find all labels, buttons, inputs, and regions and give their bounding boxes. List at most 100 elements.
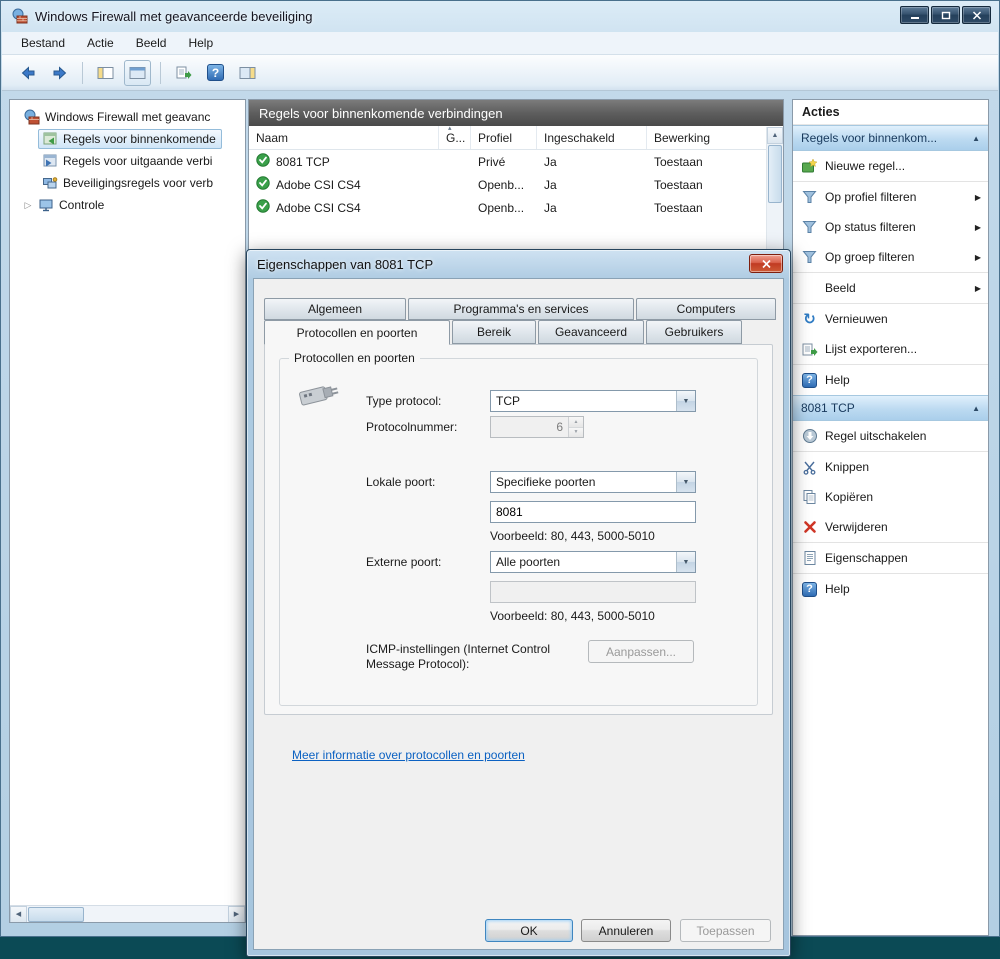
dialog-title: Eigenschappen van 8081 TCP bbox=[257, 256, 434, 272]
properties-icon bbox=[801, 550, 818, 566]
maximize-icon bbox=[941, 11, 950, 19]
toolbar-back-button[interactable] bbox=[14, 60, 41, 86]
tab-row-1: Algemeen Programma's en services Compute… bbox=[264, 298, 776, 320]
tab-page-protocols: Protocollen en poorten Type protocol: TC… bbox=[264, 344, 773, 715]
export-list-icon bbox=[801, 341, 818, 357]
action-disable-rule[interactable]: Regel uitschakelen bbox=[793, 421, 988, 451]
back-arrow-icon bbox=[21, 65, 34, 80]
action-copy[interactable]: Kopiëren bbox=[793, 482, 988, 512]
tab-algemeen[interactable]: Algemeen bbox=[264, 298, 406, 320]
scroll-up-button[interactable]: ▲ bbox=[767, 127, 783, 144]
action-filter-by-profile[interactable]: Op profiel filteren ▶ bbox=[793, 182, 988, 212]
action-export-list[interactable]: Lijst exporteren... bbox=[793, 334, 988, 364]
action-help[interactable]: ? Help bbox=[793, 574, 988, 604]
tree-item-connection-security-rules[interactable]: Beveiligingsregels voor verb bbox=[10, 172, 245, 194]
dropdown-arrow-icon[interactable]: ▼ bbox=[676, 472, 695, 492]
help-icon: ? bbox=[802, 581, 817, 597]
tab-protocollen-en-poorten[interactable]: Protocollen en poorten bbox=[264, 320, 450, 345]
connection-security-icon bbox=[41, 175, 58, 191]
rule-enabled: Ja bbox=[544, 200, 557, 215]
filter-icon bbox=[801, 219, 818, 235]
close-button[interactable] bbox=[962, 6, 991, 24]
maximize-button[interactable] bbox=[931, 6, 960, 24]
action-refresh[interactable]: ↻ Vernieuwen bbox=[793, 304, 988, 334]
allow-check-icon bbox=[256, 153, 270, 170]
action-view[interactable]: Beeld ▶ bbox=[793, 273, 988, 303]
ok-button[interactable]: OK bbox=[485, 919, 573, 942]
rule-action: Toestaan bbox=[654, 154, 703, 169]
action-filter-by-status[interactable]: Op status filteren ▶ bbox=[793, 212, 988, 242]
column-header-ingeschakeld[interactable]: Ingeschakeld bbox=[537, 126, 647, 149]
actions-group-header-inbound[interactable]: Regels voor binnenkom... ▲ bbox=[793, 125, 988, 151]
toolbar-action-pane-button[interactable] bbox=[234, 60, 261, 86]
monitoring-icon bbox=[37, 197, 54, 213]
tree-horizontal-scrollbar[interactable]: ◀ ▶ bbox=[10, 905, 245, 922]
table-row[interactable]: Adobe CSI CS4 Openb... Ja Toestaan bbox=[249, 196, 783, 219]
toolbar-separator bbox=[82, 61, 83, 84]
dialog-titlebar[interactable]: Eigenschappen van 8081 TCP bbox=[247, 250, 790, 278]
tab-programmas-en-services[interactable]: Programma's en services bbox=[408, 298, 634, 320]
column-header-bewerking[interactable]: Bewerking bbox=[647, 126, 766, 149]
tab-gebruikers[interactable]: Gebruikers bbox=[646, 320, 742, 344]
menu-actie[interactable]: Actie bbox=[78, 33, 123, 53]
tree-root-label: Windows Firewall met geavanc bbox=[45, 110, 211, 124]
toolbar-forward-button[interactable] bbox=[46, 60, 73, 86]
dropdown-arrow-icon[interactable]: ▼ bbox=[676, 391, 695, 411]
table-row[interactable]: 8081 TCP Privé Ja Toestaan bbox=[249, 150, 783, 173]
action-help[interactable]: ? Help bbox=[793, 365, 988, 395]
cancel-button[interactable]: Annuleren bbox=[581, 919, 671, 942]
action-delete[interactable]: Verwijderen bbox=[793, 512, 988, 542]
delete-icon bbox=[801, 519, 818, 535]
toolbar-console-tree-button[interactable] bbox=[92, 60, 119, 86]
dialog-close-button[interactable] bbox=[749, 254, 783, 273]
action-filter-by-group[interactable]: Op groep filteren ▶ bbox=[793, 242, 988, 272]
disable-rule-icon bbox=[801, 428, 818, 444]
toolbar-export-list-button[interactable] bbox=[170, 60, 197, 86]
menu-beeld[interactable]: Beeld bbox=[127, 33, 176, 53]
toolbar-help-button[interactable]: ? bbox=[202, 60, 229, 86]
window-titlebar[interactable]: Windows Firewall met geavanceerde beveil… bbox=[1, 1, 999, 31]
tree-item-monitoring[interactable]: ▷ Controle bbox=[10, 194, 245, 216]
rule-name: Adobe CSI CS4 bbox=[276, 177, 361, 192]
tree-root-item[interactable]: Windows Firewall met geavanc bbox=[10, 106, 245, 128]
scroll-right-icon: ▶ bbox=[233, 911, 240, 918]
icmp-customize-button: Aanpassen... bbox=[588, 640, 694, 663]
forward-arrow-icon bbox=[53, 65, 66, 80]
remote-port-select[interactable]: Alle poorten ▼ bbox=[490, 551, 696, 573]
tree-item-inbound-rules[interactable]: Regels voor binnenkomende bbox=[10, 128, 245, 150]
tree-item-outbound-rules[interactable]: Regels voor uitgaande verbi bbox=[10, 150, 245, 172]
type-protocol-select[interactable]: TCP ▼ bbox=[490, 390, 696, 412]
action-cut[interactable]: Knippen bbox=[793, 452, 988, 482]
protocol-number-stepper: 6 ▲ ▼ bbox=[490, 416, 584, 438]
table-row[interactable]: Adobe CSI CS4 Openb... Ja Toestaan bbox=[249, 173, 783, 196]
rule-action: Toestaan bbox=[654, 177, 703, 192]
menu-help[interactable]: Help bbox=[179, 33, 222, 53]
submenu-arrow-icon: ▶ bbox=[974, 222, 981, 232]
action-pane-icon bbox=[239, 66, 256, 79]
local-port-input[interactable] bbox=[490, 501, 696, 523]
action-properties[interactable]: Eigenschappen bbox=[793, 543, 988, 573]
scroll-left-button[interactable]: ◀ bbox=[10, 905, 27, 922]
column-header-profiel[interactable]: Profiel bbox=[471, 126, 537, 149]
action-new-rule[interactable]: Nieuwe regel... bbox=[793, 151, 988, 181]
local-port-select[interactable]: Specifieke poorten ▼ bbox=[490, 471, 696, 493]
actions-panel: Acties Regels voor binnenkom... ▲ Nieuwe… bbox=[792, 99, 989, 936]
menu-bestand[interactable]: Bestand bbox=[12, 33, 74, 53]
more-info-link[interactable]: Meer informatie over protocollen en poor… bbox=[292, 748, 525, 762]
icmp-settings-label: ICMP-instellingen (Internet Control Mess… bbox=[366, 642, 551, 671]
dropdown-arrow-icon[interactable]: ▼ bbox=[676, 552, 695, 572]
column-header-groep[interactable]: ▴ G... bbox=[439, 125, 471, 149]
help-icon: ? bbox=[802, 372, 817, 388]
scrollbar-thumb[interactable] bbox=[28, 906, 84, 922]
actions-group-header-rule[interactable]: 8081 TCP ▲ bbox=[793, 395, 988, 421]
tab-computers[interactable]: Computers bbox=[636, 298, 776, 320]
tab-bereik[interactable]: Bereik bbox=[452, 320, 536, 344]
submenu-arrow-icon: ▶ bbox=[974, 192, 981, 202]
scroll-right-button[interactable]: ▶ bbox=[228, 905, 245, 922]
scrollbar-thumb[interactable] bbox=[768, 145, 782, 203]
expander-icon[interactable]: ▷ bbox=[22, 200, 34, 211]
toolbar-panes-button[interactable] bbox=[124, 59, 151, 86]
column-header-naam[interactable]: Naam bbox=[249, 126, 439, 149]
tab-geavanceerd[interactable]: Geavanceerd bbox=[538, 320, 644, 344]
minimize-button[interactable] bbox=[900, 6, 929, 24]
